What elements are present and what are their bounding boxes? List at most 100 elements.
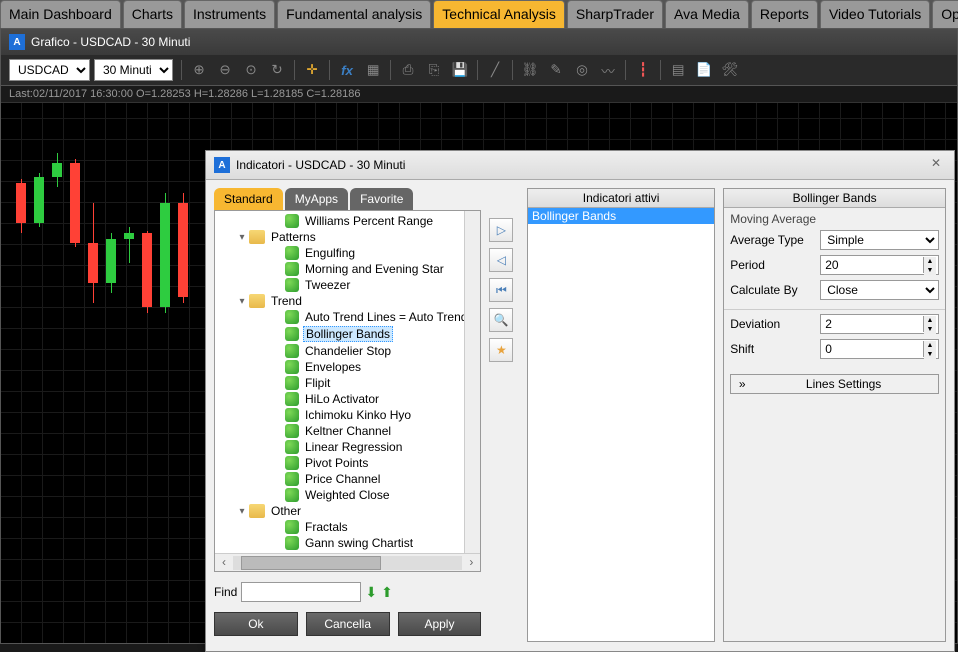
tree-item[interactable]: ▾Envelopes bbox=[217, 359, 478, 375]
panel-tab-standard[interactable]: Standard bbox=[214, 188, 283, 210]
indicator-icon bbox=[285, 440, 299, 454]
chart-titlebar: A Grafico - USDCAD - 30 Minuti bbox=[1, 29, 957, 55]
indicator-tree[interactable]: ▾Williams Percent Range▾Patterns▾Engulfi… bbox=[214, 210, 481, 572]
timeframe-select[interactable]: 30 Minuti bbox=[94, 59, 173, 81]
find-input[interactable] bbox=[241, 582, 361, 602]
indicator-icon bbox=[285, 344, 299, 358]
tree-item[interactable]: ▾Keltner Channel bbox=[217, 423, 478, 439]
tree-item[interactable]: ▾Fractals bbox=[217, 519, 478, 535]
chain-icon[interactable]: ⛓ bbox=[518, 59, 542, 81]
main-tab-sharptrader[interactable]: SharpTrader bbox=[567, 0, 663, 28]
calc-label: Calculate By bbox=[730, 283, 820, 297]
close-icon[interactable]: ✕ bbox=[926, 156, 946, 174]
print-icon[interactable]: ⎙ bbox=[396, 59, 420, 81]
find-prev-icon[interactable]: ⬆ bbox=[381, 584, 393, 601]
tree-item[interactable]: ▾Patterns bbox=[217, 229, 478, 245]
active-header: Indicatori attivi bbox=[528, 189, 714, 208]
panel-tab-favorite[interactable]: Favorite bbox=[350, 188, 413, 210]
crosshair-icon[interactable]: ✛ bbox=[300, 59, 324, 81]
target-icon[interactable]: ◎ bbox=[570, 59, 594, 81]
avg-type-select[interactable]: Simple bbox=[820, 230, 939, 250]
dialog-titlebar[interactable]: A Indicatori - USDCAD - 30 Minuti ✕ bbox=[206, 151, 954, 180]
candles-icon[interactable]: ┇ bbox=[631, 59, 655, 81]
settings-icon[interactable]: ▦ bbox=[361, 59, 385, 81]
tree-item[interactable]: ▾Linear Regression bbox=[217, 439, 478, 455]
main-tab-instruments[interactable]: Instruments bbox=[184, 0, 275, 28]
tools-icon[interactable]: 🛠 bbox=[718, 59, 742, 81]
tree-item[interactable]: ▾Engulfing bbox=[217, 245, 478, 261]
add-indicator-icon[interactable]: ▷ bbox=[489, 218, 513, 242]
ok-button[interactable]: Ok bbox=[214, 612, 298, 636]
chart-toolbar: USDCAD 30 Minuti ⊕ ⊖ ⊙ ↻ ✛ fx ▦ ⎙ ⎘ 💾 ╱ … bbox=[1, 55, 957, 86]
tree-item[interactable]: ▾Trend bbox=[217, 293, 478, 309]
main-tab-ava-media[interactable]: Ava Media bbox=[665, 0, 749, 28]
main-tab-technical-analysis[interactable]: Technical Analysis bbox=[433, 0, 565, 28]
period-spinner[interactable]: ▲▼ bbox=[820, 255, 939, 275]
main-tab-fundamental-analysis[interactable]: Fundamental analysis bbox=[277, 0, 431, 28]
indicator-icon bbox=[285, 424, 299, 438]
line-tool-icon[interactable]: ╱ bbox=[483, 59, 507, 81]
tree-item[interactable]: ▾Morning and Evening Star bbox=[217, 261, 478, 277]
folder-icon bbox=[249, 504, 265, 518]
tree-item[interactable]: ▾Williams Percent Range bbox=[217, 213, 478, 229]
panel-tab-myapps[interactable]: MyApps bbox=[285, 188, 348, 210]
indicator-icon bbox=[285, 310, 299, 324]
tree-item[interactable]: ▾Flipit bbox=[217, 375, 478, 391]
shift-label: Shift bbox=[730, 342, 820, 356]
symbol-select[interactable]: USDCAD bbox=[9, 59, 90, 81]
zoom-in-icon[interactable]: ⊕ bbox=[187, 59, 211, 81]
indicators-dialog: A Indicatori - USDCAD - 30 Minuti ✕ Stan… bbox=[205, 150, 955, 652]
save-icon[interactable]: 💾 bbox=[448, 59, 472, 81]
copy-icon[interactable]: ⎘ bbox=[422, 59, 446, 81]
find-next-icon[interactable]: ⬇ bbox=[365, 584, 377, 601]
cancel-button[interactable]: Cancella bbox=[306, 612, 390, 636]
tree-item[interactable]: ▾Weighted Close bbox=[217, 487, 478, 503]
indicator-icon bbox=[285, 408, 299, 422]
tree-item[interactable]: ▾Bollinger Bands bbox=[217, 325, 478, 343]
zoom-reset-icon[interactable]: ↻ bbox=[265, 59, 289, 81]
dialog-title: Indicatori - USDCAD - 30 Minuti bbox=[236, 158, 405, 172]
tree-item[interactable]: ▾HiLo Activator bbox=[217, 391, 478, 407]
indicator-icon bbox=[285, 214, 299, 228]
calc-select[interactable]: Close bbox=[820, 280, 939, 300]
tree-hscroll[interactable]: ‹ › bbox=[215, 553, 480, 571]
main-tab-video-tutorials[interactable]: Video Tutorials bbox=[820, 0, 930, 28]
tree-item[interactable]: ▾Tweezer bbox=[217, 277, 478, 293]
app-icon: A bbox=[214, 157, 230, 173]
find-label: Find bbox=[214, 585, 237, 599]
wave-icon[interactable]: 〰 bbox=[596, 59, 620, 81]
fx-icon[interactable]: fx bbox=[335, 59, 359, 81]
ohlc-bar: Last:02/11/2017 16:30:00 O=1.28253 H=1.2… bbox=[1, 86, 957, 103]
main-tab-reports[interactable]: Reports bbox=[751, 0, 818, 28]
shift-spinner[interactable]: ▲▼ bbox=[820, 339, 939, 359]
active-indicator-item[interactable]: Bollinger Bands bbox=[528, 208, 714, 224]
indicator-icon bbox=[285, 520, 299, 534]
lines-settings-toggle[interactable]: » Lines Settings bbox=[730, 374, 939, 394]
remove-indicator-icon[interactable]: ◁ bbox=[489, 248, 513, 272]
edit-icon[interactable]: ✎ bbox=[544, 59, 568, 81]
tree-item[interactable]: ▾Chandelier Stop bbox=[217, 343, 478, 359]
chevron-down-icon: » bbox=[733, 377, 751, 391]
folder-icon bbox=[249, 294, 265, 308]
zoom-fit-icon[interactable]: ⊙ bbox=[239, 59, 263, 81]
indicator-icon bbox=[285, 278, 299, 292]
search-icon[interactable]: 🔍 bbox=[489, 308, 513, 332]
tree-item[interactable]: ▾Other bbox=[217, 503, 478, 519]
main-tab-main-dashboard[interactable]: Main Dashboard bbox=[0, 0, 121, 28]
main-tab-op[interactable]: Op bbox=[932, 0, 958, 28]
tree-vscroll[interactable] bbox=[464, 211, 480, 553]
remove-all-icon[interactable]: ⏮ bbox=[489, 278, 513, 302]
tree-item[interactable]: ▾Ichimoku Kinko Hyo bbox=[217, 407, 478, 423]
tree-item[interactable]: ▾Auto Trend Lines = Auto Trend bbox=[217, 309, 478, 325]
apply-button[interactable]: Apply bbox=[398, 612, 482, 636]
favorite-icon[interactable]: ★ bbox=[489, 338, 513, 362]
tree-item[interactable]: ▾Price Channel bbox=[217, 471, 478, 487]
page-icon[interactable]: 📄 bbox=[692, 59, 716, 81]
zoom-out-icon[interactable]: ⊖ bbox=[213, 59, 237, 81]
main-tab-charts[interactable]: Charts bbox=[123, 0, 182, 28]
tree-item[interactable]: ▾Gann swing Chartist bbox=[217, 535, 478, 551]
deviation-spinner[interactable]: ▲▼ bbox=[820, 314, 939, 334]
tree-item[interactable]: ▾Pivot Points bbox=[217, 455, 478, 471]
chart-title: Grafico - USDCAD - 30 Minuti bbox=[31, 35, 190, 49]
layers-icon[interactable]: ▤ bbox=[666, 59, 690, 81]
